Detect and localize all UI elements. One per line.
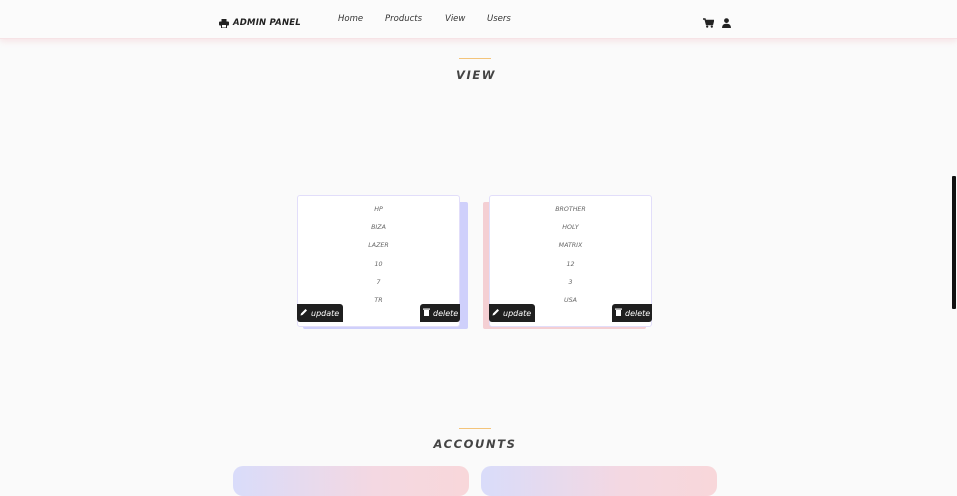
trash-icon xyxy=(423,308,430,318)
card-field-name: BIZA xyxy=(371,224,386,231)
card-field-price: 10 xyxy=(374,261,383,268)
delete-button[interactable]: delete xyxy=(420,304,460,322)
card-field-brand: BROTHER xyxy=(555,206,586,213)
update-button[interactable]: update xyxy=(489,304,535,322)
delete-label: delete xyxy=(625,308,651,318)
update-button[interactable]: update xyxy=(297,304,343,322)
account-card[interactable] xyxy=(481,466,717,496)
card-field-country: USA xyxy=(564,297,577,304)
card-field-brand: HP xyxy=(374,206,383,213)
view-divider xyxy=(459,58,491,59)
scrollbar[interactable] xyxy=(952,176,956,309)
card-field-quantity: 7 xyxy=(376,279,381,286)
update-label: update xyxy=(503,308,532,318)
account-card[interactable] xyxy=(233,466,469,496)
cart-icon[interactable] xyxy=(703,13,715,32)
delete-button[interactable]: delete xyxy=(612,304,652,322)
nav-view[interactable]: View xyxy=(445,14,465,24)
brand[interactable]: ADMIN PANEL xyxy=(219,13,301,32)
card-field-name: HOLY xyxy=(562,224,579,231)
card-field-price: 12 xyxy=(566,261,575,268)
view-title: VIEW xyxy=(455,68,497,82)
product-card: HP BIZA LAZER 10 7 TR update delete xyxy=(297,195,460,327)
card-field-type: LAZER xyxy=(368,242,389,249)
top-navbar: ADMIN PANEL Home Products View Users xyxy=(0,0,957,39)
nav-home[interactable]: Home xyxy=(338,14,363,24)
printer-icon xyxy=(219,13,229,32)
delete-label: delete xyxy=(433,308,459,318)
trash-icon xyxy=(615,308,622,318)
accounts-title: ACCOUNTS xyxy=(433,437,517,451)
user-icon[interactable] xyxy=(722,13,731,32)
card-field-country: TR xyxy=(374,297,383,304)
pencil-icon xyxy=(492,308,500,318)
pencil-icon xyxy=(300,308,308,318)
product-card: BROTHER HOLY MATRIX 12 3 USA update dele… xyxy=(489,195,652,327)
card-field-quantity: 3 xyxy=(568,279,573,286)
brand-label: ADMIN PANEL xyxy=(233,17,301,28)
accounts-divider xyxy=(459,428,491,429)
nav-users[interactable]: Users xyxy=(487,14,511,24)
card-field-type: MATRIX xyxy=(558,242,583,249)
nav-products[interactable]: Products xyxy=(385,14,422,24)
update-label: update xyxy=(311,308,340,318)
